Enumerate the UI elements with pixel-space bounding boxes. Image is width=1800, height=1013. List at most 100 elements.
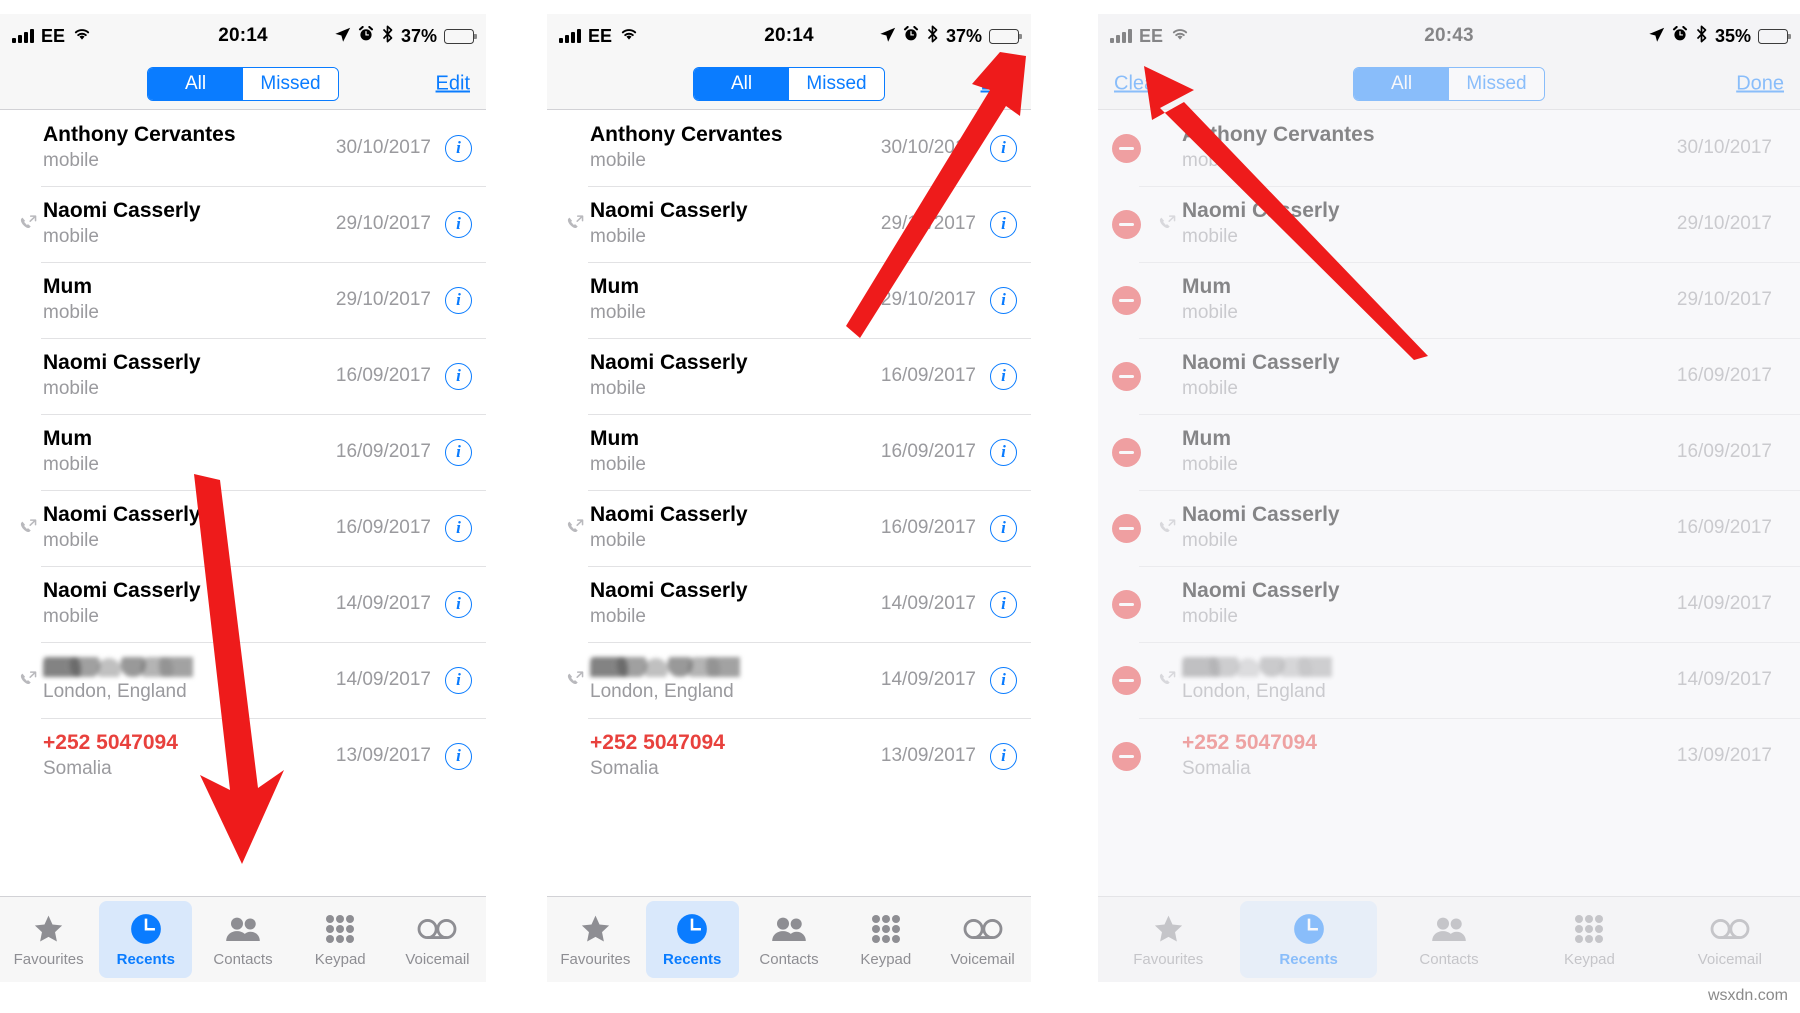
outgoing-call-icon: [14, 214, 41, 234]
call-info-button[interactable]: i: [445, 362, 472, 390]
tab-keypad[interactable]: Keypad: [1521, 901, 1657, 978]
delete-call-button[interactable]: [1112, 589, 1141, 619]
segment-all[interactable]: All: [694, 67, 789, 100]
caller-name: Naomi Casserly: [590, 503, 748, 527]
call-list-row[interactable]: Naomi Casserly mobile 14/09/2017 i: [547, 566, 1031, 642]
tab-favourites[interactable]: Favourites: [2, 901, 95, 978]
tab-voicemail[interactable]: Voicemail: [1662, 901, 1798, 978]
delete-call-button[interactable]: [1112, 133, 1141, 163]
segment-missed[interactable]: Missed: [789, 67, 884, 100]
tab-recents[interactable]: Recents: [1240, 901, 1377, 978]
tab-favourites[interactable]: Favourites: [549, 901, 642, 978]
call-filter-segmented-control[interactable]: All Missed: [147, 66, 339, 101]
tab-keypad[interactable]: Keypad: [839, 901, 932, 978]
call-info-button[interactable]: i: [445, 742, 472, 770]
call-date: 29/10/2017: [880, 289, 976, 310]
call-info-button[interactable]: i: [990, 286, 1017, 314]
call-date: 13/09/2017: [880, 745, 976, 766]
call-list-row[interactable]: Naomi Casserly mobile 16/09/2017 i: [547, 338, 1031, 414]
delete-call-button[interactable]: [1112, 285, 1141, 315]
call-info-button[interactable]: i: [445, 210, 472, 238]
caller-subtitle: London, England: [1182, 680, 1326, 702]
done-button[interactable]: Done: [1736, 72, 1784, 95]
call-list-row[interactable]: Naomi Casserly mobile 16/09/2017 i: [0, 338, 486, 414]
call-info-button[interactable]: i: [990, 742, 1017, 770]
caller-name: Mum: [43, 275, 92, 299]
call-list-row[interactable]: London, England 14/09/2017: [1098, 642, 1800, 718]
call-list-row[interactable]: Naomi Casserly mobile 29/10/2017: [1098, 186, 1800, 262]
outgoing-call-icon: [14, 670, 41, 690]
segment-all[interactable]: All: [1354, 67, 1449, 100]
call-date: 14/09/2017: [880, 593, 976, 614]
caller-subtitle: mobile: [590, 378, 646, 400]
call-list-row[interactable]: Anthony Cervantes mobile 30/10/2017 i: [0, 110, 486, 186]
call-list-row[interactable]: +252 5047094 Somalia 13/09/2017 i: [547, 718, 1031, 794]
call-list-row[interactable]: Mum mobile 16/09/2017: [1098, 414, 1800, 490]
call-list-row[interactable]: Naomi Casserly mobile 16/09/2017: [1098, 490, 1800, 566]
call-filter-segmented-control[interactable]: All Missed: [693, 66, 885, 101]
call-list-row[interactable]: +252 5047094 Somalia 13/09/2017 i: [0, 718, 486, 794]
delete-call-button[interactable]: [1112, 361, 1141, 391]
call-list-row[interactable]: Anthony Cervantes mobile 30/10/2017: [1098, 110, 1800, 186]
call-info-button[interactable]: i: [445, 590, 472, 618]
call-list-row[interactable]: Naomi Casserly mobile 14/09/2017 i: [0, 566, 486, 642]
call-info-button[interactable]: i: [990, 666, 1017, 694]
clear-button[interactable]: Clear: [1114, 72, 1162, 95]
segment-all[interactable]: All: [148, 67, 243, 100]
caller-subtitle: mobile: [590, 454, 646, 476]
call-list-row[interactable]: London, England 14/09/2017 i: [547, 642, 1031, 718]
tab-voicemail[interactable]: Voicemail: [391, 901, 484, 978]
caller-subtitle: London, England: [590, 680, 734, 702]
call-info-button[interactable]: i: [990, 514, 1017, 542]
call-info-button[interactable]: i: [445, 134, 472, 162]
call-info-button[interactable]: i: [445, 286, 472, 314]
delete-call-button[interactable]: [1112, 513, 1141, 543]
call-info-button[interactable]: i: [990, 438, 1017, 466]
tab-contacts[interactable]: Contacts: [1381, 901, 1517, 978]
call-list-row[interactable]: Mum mobile 16/09/2017 i: [547, 414, 1031, 490]
tab-recents[interactable]: Recents: [99, 901, 193, 978]
edit-button[interactable]: Edit: [436, 72, 470, 95]
segment-missed[interactable]: Missed: [243, 67, 338, 100]
call-date: 30/10/2017: [335, 137, 431, 158]
caller-name: Naomi Casserly: [1182, 579, 1340, 603]
call-info-button[interactable]: i: [990, 590, 1017, 618]
edit-button[interactable]: Edit: [981, 72, 1015, 95]
call-list-row[interactable]: Anthony Cervantes mobile 30/10/2017 i: [547, 110, 1031, 186]
caller-subtitle: mobile: [1182, 226, 1238, 248]
call-list-row[interactable]: Naomi Casserly mobile 29/10/2017 i: [547, 186, 1031, 262]
call-info-button[interactable]: i: [445, 514, 472, 542]
delete-call-button[interactable]: [1112, 437, 1141, 467]
tab-voicemail[interactable]: Voicemail: [936, 901, 1029, 978]
call-list-row[interactable]: London, England 14/09/2017 i: [0, 642, 486, 718]
tab-label: Contacts: [1419, 950, 1479, 968]
delete-call-button[interactable]: [1112, 665, 1141, 695]
call-info-button[interactable]: i: [445, 666, 472, 694]
tab-keypad[interactable]: Keypad: [294, 901, 387, 978]
call-list-row[interactable]: Mum mobile 29/10/2017 i: [547, 262, 1031, 338]
call-list-row[interactable]: Naomi Casserly mobile 16/09/2017: [1098, 338, 1800, 414]
call-info-button[interactable]: i: [990, 210, 1017, 238]
delete-call-button[interactable]: [1112, 209, 1141, 239]
call-info-button[interactable]: i: [990, 134, 1017, 162]
call-list-row[interactable]: +252 5047094 Somalia 13/09/2017: [1098, 718, 1800, 794]
call-info-button[interactable]: i: [990, 362, 1017, 390]
call-list-row[interactable]: Naomi Casserly mobile 16/09/2017 i: [547, 490, 1031, 566]
tab-contacts[interactable]: Contacts: [743, 901, 836, 978]
tab-favourites[interactable]: Favourites: [1100, 901, 1236, 978]
caller-subtitle: mobile: [590, 530, 646, 552]
call-list-row[interactable]: Mum mobile 16/09/2017 i: [0, 414, 486, 490]
call-row-text: Naomi Casserly mobile: [588, 199, 881, 249]
call-list-row[interactable]: Mum mobile 29/10/2017 i: [0, 262, 486, 338]
call-list-row[interactable]: Naomi Casserly mobile 16/09/2017 i: [0, 490, 486, 566]
call-list-row[interactable]: Mum mobile 29/10/2017: [1098, 262, 1800, 338]
call-list-row[interactable]: Naomi Casserly mobile 14/09/2017: [1098, 566, 1800, 642]
segment-missed[interactable]: Missed: [1449, 67, 1544, 100]
call-date: 16/09/2017: [1676, 517, 1772, 538]
call-info-button[interactable]: i: [445, 438, 472, 466]
tab-contacts[interactable]: Contacts: [196, 901, 289, 978]
tab-recents[interactable]: Recents: [645, 901, 739, 978]
call-list-row[interactable]: Naomi Casserly mobile 29/10/2017 i: [0, 186, 486, 262]
call-filter-segmented-control[interactable]: All Missed: [1353, 66, 1545, 101]
delete-call-button[interactable]: [1112, 741, 1141, 771]
